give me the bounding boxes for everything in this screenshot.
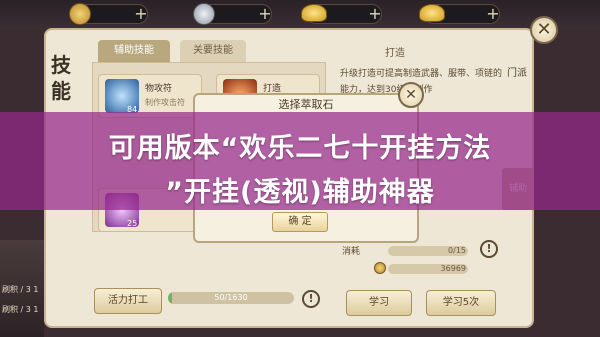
left-side-decoration: 刷积 / 3 1 刷积 / 3 1	[0, 240, 44, 337]
gold-ingot-icon	[301, 4, 327, 22]
resource-slot-4: +	[419, 4, 501, 24]
resource-slot-3: +	[301, 4, 383, 24]
info-icon[interactable]: !	[480, 240, 498, 258]
learn-button[interactable]: 学习	[346, 290, 412, 316]
skill-name: 物攻符	[145, 84, 173, 94]
add-resource-button[interactable]: +	[367, 6, 383, 22]
close-icon[interactable]: ✕	[530, 16, 558, 44]
cost-label: 消耗	[342, 247, 361, 257]
skill-sub: 制作攻击符	[145, 98, 185, 107]
cost-value: 0/15	[448, 246, 466, 255]
dialog-close-icon[interactable]: ✕	[398, 82, 424, 108]
add-resource-button[interactable]: +	[485, 6, 501, 22]
confirm-button[interactable]: 确 定	[272, 212, 328, 232]
progress-text: 50/1630	[214, 293, 248, 302]
sidebar-item-faction[interactable]: 门派	[500, 64, 534, 79]
add-resource-button[interactable]: +	[133, 6, 149, 22]
warning-icon[interactable]: !	[302, 290, 320, 308]
energy-work-button[interactable]: 活力打工	[94, 288, 162, 314]
gold-coin-icon	[69, 3, 91, 25]
top-resource-bar: + + + +	[0, 0, 600, 30]
silver-coin-icon	[193, 3, 215, 25]
banner-line-2: ”开挂(透视)辅助神器	[165, 177, 435, 208]
skill-level: 25	[127, 219, 138, 228]
left-text: 刷积 / 3 1	[2, 305, 39, 314]
tab-key-skills[interactable]: 关要技能	[180, 40, 246, 62]
resource-slot-1: +	[69, 3, 149, 25]
panel-title: 技能	[51, 53, 71, 103]
resource-slot-2: +	[193, 3, 273, 25]
banner-line-1: 可用版本“欢乐二七十开挂方法	[108, 133, 492, 164]
left-text: 刷积 / 3 1	[2, 285, 39, 294]
craft-title: 打造	[385, 48, 405, 59]
tab-assist-skills[interactable]: 辅助技能	[98, 40, 170, 62]
energy-progress: 50/1630	[168, 292, 294, 304]
gold-value: 36969	[440, 264, 466, 273]
learn-5-button[interactable]: 学习5次	[426, 290, 496, 316]
dialog-title: 选择萃取石	[278, 98, 334, 111]
gold-ingot-icon	[419, 4, 445, 22]
gold-coin-icon	[374, 262, 386, 274]
add-resource-button[interactable]: +	[257, 6, 273, 22]
